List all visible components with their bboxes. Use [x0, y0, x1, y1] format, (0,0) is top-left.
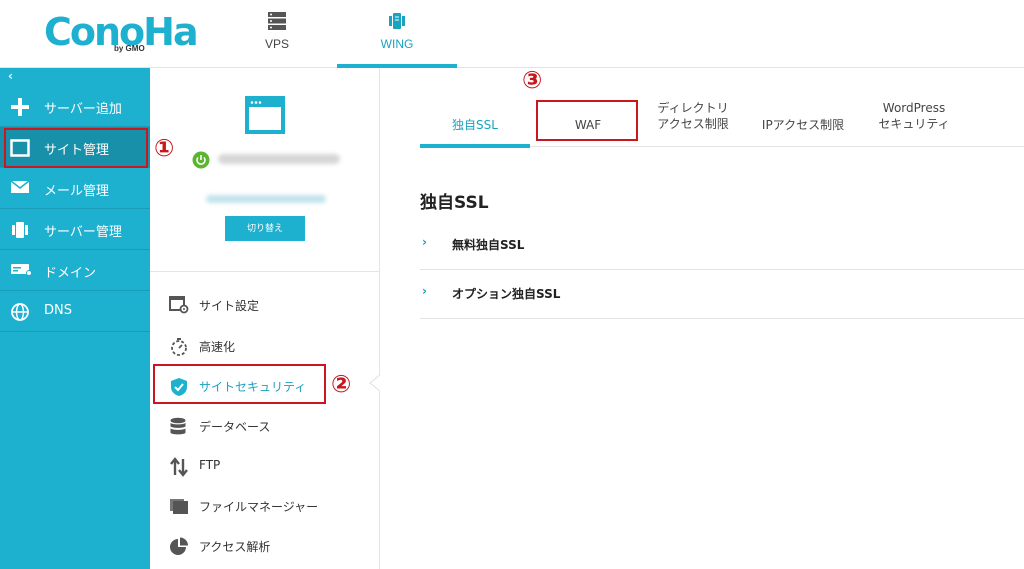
- conoha-logo[interactable]: ConoHa by GMO: [44, 10, 199, 56]
- accordion-label: オプション独自SSL: [452, 287, 561, 301]
- tab-label-line1: WordPress: [882, 101, 946, 115]
- section-title: 独自SSL: [420, 193, 489, 213]
- sidebar-item-add-server[interactable]: サーバー追加: [0, 86, 150, 127]
- tab-label: 独自SSL: [452, 118, 498, 132]
- globe-icon: [10, 302, 32, 321]
- domain-icon: [10, 261, 32, 279]
- tab-label-line1: ディレクトリ: [657, 101, 729, 115]
- accordion-label: 無料独自SSL: [452, 238, 525, 252]
- server-manage-icon: [10, 220, 32, 238]
- site-window-icon: [245, 96, 285, 138]
- sidebar-item-label: メール管理: [44, 184, 110, 199]
- sidebar-item-label: ドメイン: [44, 266, 97, 281]
- server-icon: [267, 11, 287, 35]
- annotation-box-3: [536, 100, 638, 141]
- sidebar-item-mail-management[interactable]: メール管理: [0, 168, 150, 209]
- menu-item-ftp[interactable]: FTP: [150, 445, 379, 485]
- sidebar-collapse-button[interactable]: ‹: [0, 68, 150, 86]
- tab-custom-ssl[interactable]: 独自SSL: [420, 92, 530, 148]
- topnav-vps[interactable]: VPS: [217, 0, 337, 68]
- menu-item-label: データベース: [199, 420, 271, 434]
- menu-item-access-analysis[interactable]: アクセス解析: [150, 525, 379, 565]
- folder-icon: [169, 497, 189, 515]
- logo-gmo-text: by GMO: [114, 44, 145, 53]
- sidebar-item-dns[interactable]: DNS: [0, 291, 150, 332]
- accordion-free-ssl[interactable]: › 無料独自SSL: [420, 222, 1024, 270]
- annotation-number-1: ①: [154, 134, 175, 162]
- sidebar-item-label: サーバー管理: [44, 225, 122, 240]
- stopwatch-icon: [169, 337, 189, 356]
- menu-item-speedup[interactable]: 高速化: [150, 325, 379, 365]
- tab-label-line2: アクセス制限: [657, 117, 729, 131]
- menu-item-database[interactable]: データベース: [150, 405, 379, 445]
- database-icon: [169, 417, 189, 435]
- top-header: ConoHa by GMO VPS WING: [0, 0, 1024, 68]
- sidebar-item-domain[interactable]: ドメイン: [0, 250, 150, 291]
- site-settings-icon: [169, 296, 189, 314]
- tab-label: IPアクセス制限: [761, 118, 845, 132]
- menu-item-label: サイト設定: [199, 299, 260, 313]
- menu-item-label: アクセス解析: [199, 540, 271, 554]
- pie-chart-icon: [169, 537, 189, 555]
- wing-server-icon: [387, 11, 407, 35]
- topnav-wing-label: WING: [380, 37, 414, 51]
- chevron-right-icon: ›: [422, 284, 427, 298]
- menu-item-site-settings[interactable]: サイト設定: [150, 284, 379, 324]
- panel-pointer-arrow: [369, 372, 382, 394]
- tab-directory-access[interactable]: ディレクトリ アクセス制限: [648, 92, 738, 147]
- annotation-box-2: [153, 364, 326, 404]
- power-status-icon: [192, 151, 210, 173]
- sidebar-item-server-management[interactable]: サーバー管理: [0, 209, 150, 250]
- annotation-number-2: ②: [331, 370, 352, 398]
- switch-site-button[interactable]: 切り替え: [225, 216, 305, 241]
- chevron-right-icon: ›: [422, 235, 427, 249]
- menu-item-file-manager[interactable]: ファイルマネージャー: [150, 485, 379, 525]
- security-tabs: 独自SSL WAF ディレクトリ アクセス制限 IPアクセス制限 WordPre…: [420, 92, 1024, 148]
- tab-label-line2: セキュリティ: [878, 117, 950, 131]
- annotation-number-3: ③: [522, 66, 543, 94]
- menu-item-label: ファイルマネージャー: [199, 500, 319, 514]
- site-card: 切り替え: [150, 68, 379, 272]
- topnav-vps-label: VPS: [264, 37, 289, 51]
- site-menu-panel: 切り替え サイト設定 高速化 サイトセキュリティ データベース FTP ファイル…: [150, 68, 380, 569]
- tab-ip-access[interactable]: IPアクセス制限: [753, 92, 853, 147]
- topnav-wing[interactable]: WING: [337, 0, 457, 68]
- accordion-option-ssl[interactable]: › オプション独自SSL: [420, 271, 1024, 319]
- transfer-arrows-icon: [169, 457, 189, 477]
- mail-icon: [10, 179, 32, 197]
- annotation-box-1: [4, 128, 148, 168]
- site-url-redacted: [206, 195, 326, 203]
- sidebar-item-label: サーバー追加: [44, 102, 122, 117]
- plus-icon: [10, 97, 32, 116]
- menu-item-label: 高速化: [199, 340, 236, 354]
- menu-item-label: FTP: [199, 458, 221, 472]
- sidebar-item-label: DNS: [44, 303, 72, 318]
- tab-wordpress-security[interactable]: WordPress セキュリティ: [868, 92, 960, 147]
- site-name-redacted: [218, 154, 340, 164]
